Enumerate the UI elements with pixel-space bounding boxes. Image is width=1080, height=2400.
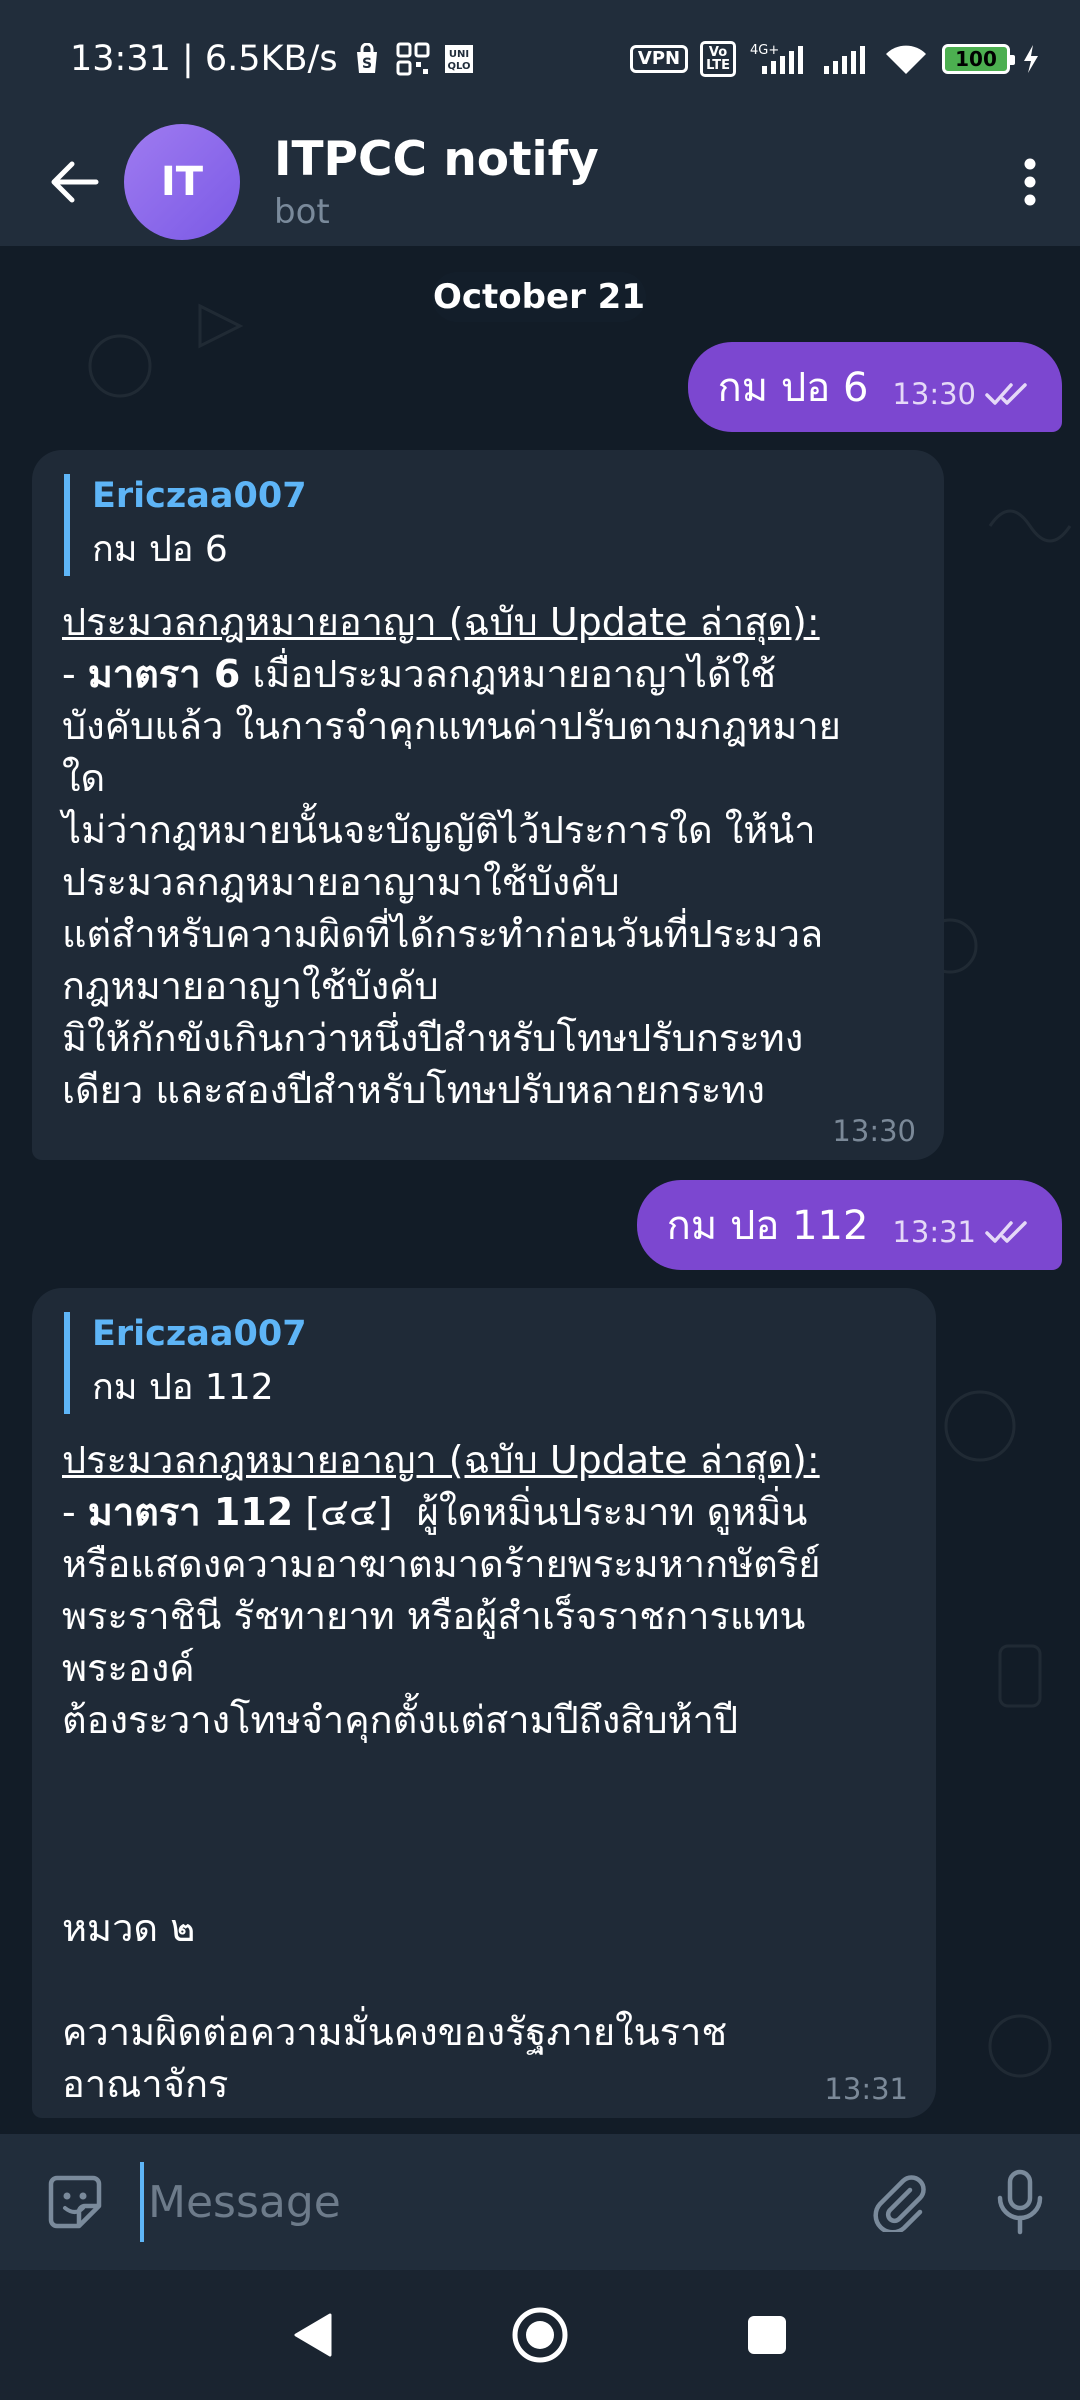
message-time: 13:30 (892, 377, 976, 411)
reply-text: กม ปอ 112 (92, 1366, 274, 1408)
chat-header: IT ITPCC notify bot (0, 118, 1080, 246)
message-body: ประมวลกฎหมายอาญา (ฉบับ Update ล่าสุด): -… (62, 1434, 906, 2111)
battery-icon: 100 (942, 44, 1015, 74)
system-nav-bar (0, 2270, 1080, 2400)
grid-icon (396, 42, 430, 76)
message-meta: 13:31 (892, 1215, 1032, 1249)
status-time-speed: 13:31 | 6.5KB/s (70, 39, 338, 79)
message-input[interactable] (140, 2162, 840, 2242)
message-heading: ประมวลกฎหมายอาญา (ฉบับ Update ล่าสุด): (62, 1437, 820, 1482)
reply-quote[interactable]: Ericzaa007 กม ปอ 6 (64, 474, 914, 576)
message-time: 13:31 (892, 1215, 976, 1249)
message-heading: ประมวลกฎหมายอาญา (ฉบับ Update ล่าสุด): (62, 599, 820, 644)
reply-author: Ericzaa007 (92, 476, 307, 516)
signal-4g-icon: 4G+ (748, 42, 810, 76)
paperclip-icon (873, 2175, 926, 2232)
chat-area[interactable]: October 21 กม ปอ 6 13:30 Ericzaa007 กม ป… (0, 246, 1080, 2134)
sticker-smile-icon (48, 2175, 102, 2229)
outgoing-message[interactable]: กม ปอ 112 13:31 (636, 1180, 1062, 1270)
chat-info[interactable]: ITPCC notify bot (274, 132, 990, 232)
arrow-left-icon (51, 161, 99, 203)
svg-text:S: S (362, 56, 372, 72)
circle-home-icon (512, 2307, 568, 2363)
square-recents-icon (747, 2316, 786, 2354)
section-number: มาตรา 6 (87, 651, 241, 696)
triangle-back-icon (294, 2313, 332, 2357)
charging-icon (1022, 44, 1040, 74)
message-composer (0, 2134, 1080, 2270)
volte-badge: Vo LTE (700, 41, 736, 77)
message-meta: 13:30 (892, 377, 1032, 411)
voice-message-button[interactable] (960, 2168, 1080, 2236)
message-text: กม ปอ 6 (717, 365, 869, 411)
reply-quote[interactable]: Ericzaa007 กม ปอ 112 (64, 1312, 906, 1414)
message-time: 13:30 (832, 1114, 916, 1148)
chat-subtitle: bot (274, 192, 330, 233)
double-check-icon (985, 1221, 1027, 1243)
date-separator: October 21 (432, 272, 646, 322)
more-options-button[interactable] (990, 118, 1070, 246)
section-text: [๔๔] ผู้ใดหมิ่นประมาท ดูหมิ่น หรือแสดงคว… (62, 1489, 821, 2107)
outgoing-message[interactable]: กม ปอ 6 13:30 (687, 342, 1062, 432)
chat-title: ITPCC notify (274, 131, 599, 187)
microphone-icon (997, 2169, 1043, 2235)
status-left: 13:31 | 6.5KB/s S UNI QLO (70, 39, 474, 79)
kebab-menu-icon (1024, 158, 1036, 206)
nav-recents-button[interactable] (717, 2285, 817, 2385)
svg-text:QLO: QLO (447, 61, 470, 72)
message-text: กม ปอ 112 (666, 1203, 869, 1249)
double-check-icon (985, 383, 1027, 405)
signal-icon (822, 42, 870, 76)
reply-text: กม ปอ 6 (92, 528, 228, 570)
uniqlo-icon: UNI QLO (444, 44, 474, 74)
section-number: มาตรา 112 (87, 1489, 294, 1534)
incoming-message[interactable]: Ericzaa007 กม ปอ 112 ประมวลกฎหมายอาญา (ฉ… (32, 1288, 936, 2118)
message-body: ประมวลกฎหมายอาญา (ฉบับ Update ล่าสุด): -… (62, 596, 914, 1116)
wifi-icon (882, 42, 930, 76)
svg-text:4G+: 4G+ (750, 43, 779, 58)
status-bar: 13:31 | 6.5KB/s S UNI QLO VPN Vo LTE 4G+ 1… (0, 0, 1080, 118)
attach-button[interactable] (840, 2172, 960, 2232)
status-right: VPN Vo LTE 4G+ 100 (629, 41, 1040, 77)
nav-back-button[interactable] (263, 2285, 363, 2385)
incoming-message[interactable]: Ericzaa007 กม ปอ 6 ประมวลกฎหมายอาญา (ฉบั… (32, 450, 944, 1160)
message-time: 13:31 (824, 2072, 908, 2106)
shopping-bag-icon: S (352, 43, 382, 75)
emoji-button[interactable] (0, 2170, 150, 2234)
section-prefix: - (62, 651, 88, 696)
section-text: เมื่อประมวลกฎหมายอาญาได้ใช้ บังคับแล้ว ใ… (62, 651, 841, 1113)
nav-home-button[interactable] (490, 2285, 590, 2385)
vpn-badge: VPN (629, 45, 689, 73)
reply-author: Ericzaa007 (92, 1314, 307, 1354)
avatar[interactable]: IT (124, 124, 240, 240)
section-prefix: - (62, 1489, 88, 1534)
svg-text:UNI: UNI (448, 49, 468, 60)
